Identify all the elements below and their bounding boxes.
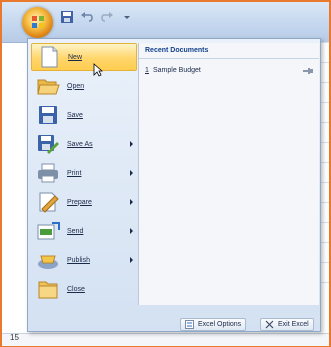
recent-document-name: Sample Budget (153, 67, 201, 74)
menu-commands: New Open Save Save As Print Prepare Send… (31, 43, 137, 305)
quick-access-toolbar (60, 10, 134, 24)
menu-item-label: Close (67, 285, 85, 293)
menu-item-label: Open (67, 82, 85, 90)
submenu-arrow-icon (130, 257, 133, 263)
menu-item-save-as[interactable]: Save As (31, 130, 137, 158)
mouse-cursor-icon (93, 63, 103, 77)
pin-icon[interactable] (303, 68, 313, 74)
title-bar (2, 2, 329, 43)
options-icon (185, 320, 194, 329)
menu-item-send[interactable]: Send (31, 217, 137, 245)
save-disk-icon (35, 103, 61, 127)
menu-item-prepare[interactable]: Prepare (31, 188, 137, 216)
menu-item-new[interactable]: New (31, 43, 137, 71)
office-logo-icon (32, 16, 44, 28)
menu-item-label: Prepare (67, 198, 92, 206)
exit-excel-button[interactable]: Exit Excel (260, 318, 314, 331)
open-folder-icon (35, 74, 61, 98)
recent-documents-title: Recent Documents (139, 43, 319, 59)
menu-item-label: New (68, 53, 83, 61)
worksheet-bottom-strip (2, 333, 329, 346)
exit-excel-label: Exit Excel (278, 321, 309, 328)
submenu-arrow-icon (130, 228, 133, 234)
publish-icon (35, 248, 61, 272)
undo-icon[interactable] (80, 10, 94, 24)
office-button[interactable] (22, 7, 53, 38)
recent-document-item[interactable]: 1 Sample Budget (139, 65, 319, 79)
close-icon (265, 320, 274, 329)
row-number: 15 (10, 333, 19, 342)
save-as-icon (35, 132, 61, 156)
menu-item-save[interactable]: Save (31, 101, 137, 129)
excel-options-button[interactable]: Excel Options (180, 318, 247, 331)
close-folder-icon (35, 277, 61, 301)
menu-item-print[interactable]: Print (31, 159, 137, 187)
send-icon (35, 219, 61, 243)
excel-options-label: Excel Options (198, 321, 242, 328)
submenu-arrow-icon (130, 199, 133, 205)
office-menu: New Open Save Save As Print Prepare Send… (27, 38, 321, 332)
printer-icon (35, 161, 61, 185)
menu-item-open[interactable]: Open (31, 72, 137, 100)
recent-document-number: 1 (145, 67, 149, 74)
recent-documents-panel: Recent Documents 1 Sample Budget (138, 43, 319, 305)
submenu-arrow-icon (130, 141, 133, 147)
prepare-icon (35, 190, 61, 214)
submenu-arrow-icon (130, 170, 133, 176)
menu-item-label: Save As (67, 140, 93, 148)
customize-toolbar-icon[interactable] (120, 10, 134, 24)
menu-item-label: Send (67, 227, 84, 235)
menu-item-close[interactable]: Close (31, 275, 137, 303)
menu-item-label: Print (67, 169, 82, 177)
menu-item-label: Publish (67, 256, 90, 264)
menu-item-label: Save (67, 111, 83, 119)
menu-item-publish[interactable]: Publish (31, 246, 137, 274)
new-document-icon (36, 45, 62, 69)
redo-icon[interactable] (100, 10, 114, 24)
save-icon[interactable] (60, 10, 74, 24)
